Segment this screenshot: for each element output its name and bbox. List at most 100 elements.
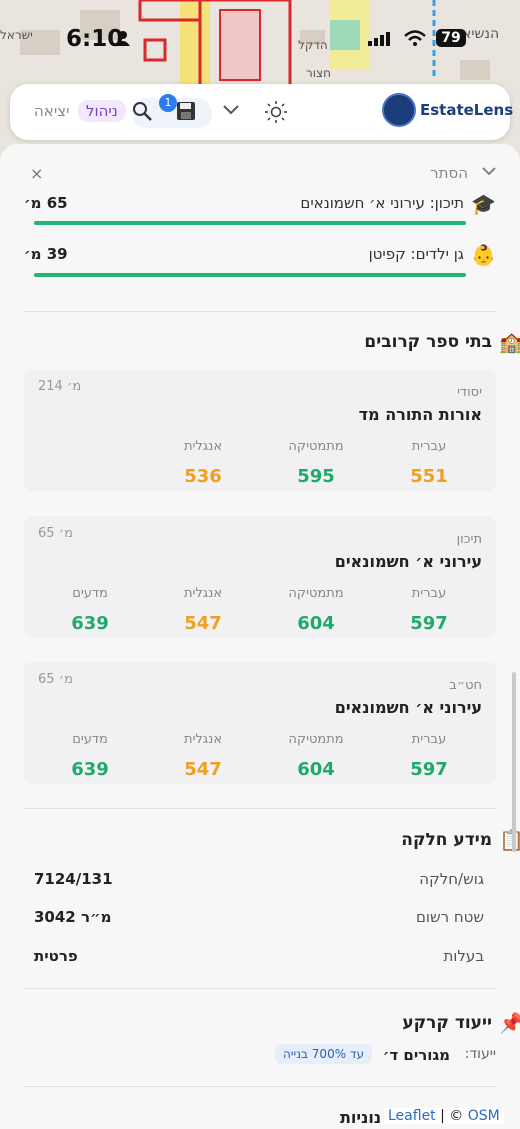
score-value: 604 <box>297 613 335 634</box>
logo-chart-icon <box>382 93 416 127</box>
parcel-label: גוש/חלקה <box>419 870 484 888</box>
section-title-schools: 🏫 בתי ספר קרובים <box>364 330 520 354</box>
zoning-label: ייעוד: <box>464 1046 496 1062</box>
divider <box>24 1086 496 1087</box>
status-bar: 6:10 79 <box>0 22 520 58</box>
wifi-icon <box>404 30 426 46</box>
distance-label: תיכון: עירוני א׳ חשמונאים <box>300 194 464 212</box>
search-icon[interactable] <box>132 101 152 121</box>
score-english: אנגלית 547 <box>158 732 248 780</box>
distance-bar <box>34 221 466 225</box>
zoning-row: ייעוד: מגורים ד׳ עד 700% בנייה <box>24 1044 496 1068</box>
score-subject: אנגלית <box>183 732 223 747</box>
school-card[interactable]: 65 מ׳ חט״ב עירוני א׳ חשמונאים עברית 597 מ… <box>24 662 496 784</box>
parcel-label: בעלות <box>443 947 484 965</box>
score-subject: מתמטיקה <box>288 439 344 454</box>
close-button[interactable]: × <box>30 164 43 183</box>
graduation-cap-icon: 🎓 <box>471 192 496 216</box>
parcel-label: שטח רשום <box>415 908 484 926</box>
score-value: 639 <box>71 613 109 634</box>
top-toolbar: EstateLens 1 ניהול יציאה <box>10 84 513 140</box>
score-value: 547 <box>184 613 222 634</box>
map-attribution: Leaflet | © OSM <box>384 1108 504 1124</box>
school-card[interactable]: 65 מ׳ תיכון עירוני א׳ חשמונאים עברית 597 … <box>24 516 496 638</box>
brand-logo[interactable]: EstateLens <box>382 93 513 127</box>
section-title-text: בתי ספר קרובים <box>364 332 492 352</box>
distance-value: 39 מ׳ <box>24 245 68 263</box>
details-sheet: × הסתר 🎓 תיכון: עירוני א׳ חשמונאים 65 מ׳… <box>0 144 520 1129</box>
exit-button[interactable]: יציאה <box>34 102 69 120</box>
sheet-header: × הסתר <box>0 164 520 184</box>
score-value: 597 <box>410 759 448 780</box>
score-subject: עברית <box>411 732 447 747</box>
baby-icon: 👶 <box>471 243 496 267</box>
score-subject: מתמטיקה <box>288 732 344 747</box>
section-title-zoning: 📌 ייעוד קרקע <box>402 1011 520 1035</box>
school-level: תיכון <box>456 532 482 547</box>
divider <box>24 808 496 809</box>
score-math: מתמטיקה 604 <box>271 732 361 780</box>
score-value: 639 <box>71 759 109 780</box>
attribution-separator: | © <box>435 1108 468 1124</box>
clipboard-icon: 📋 <box>499 828 520 852</box>
hide-button[interactable]: הסתר <box>430 164 468 182</box>
battery-indicator: 79 <box>436 29 466 47</box>
distance-label: גן ילדים: קפיטן <box>368 245 464 263</box>
zoning-badge: עד 700% בנייה <box>275 1044 372 1064</box>
score-value: 551 <box>410 466 448 487</box>
school-distance: 214 מ׳ <box>38 379 82 394</box>
distance-bar <box>34 273 466 277</box>
parcel-row: שטח רשום 3042 מ״ר <box>34 908 484 930</box>
score-value: 536 <box>184 466 222 487</box>
score-science: מדעים 639 <box>45 732 135 780</box>
sun-icon[interactable] <box>265 101 287 123</box>
school-name: אורות התורה מד <box>358 405 482 424</box>
clock: 6:10 <box>66 26 124 52</box>
brand-name: EstateLens <box>420 101 514 119</box>
score-science: מדעים 639 <box>45 586 135 634</box>
leaflet-link[interactable]: Leaflet <box>388 1108 436 1124</box>
parcel-row: בעלות פרטית <box>34 947 484 969</box>
score-math: מתמטיקה 595 <box>271 439 361 487</box>
section-title-text: מידע חלקה <box>401 830 492 850</box>
chevron-down-icon[interactable] <box>222 104 240 116</box>
zoning-value: מגורים ד׳ <box>382 1046 450 1064</box>
school-name: עירוני א׳ חשמונאים <box>334 552 482 571</box>
school-level: חט״ב <box>449 678 482 693</box>
pin-icon: 📌 <box>499 1011 520 1035</box>
person-icon <box>116 31 130 46</box>
scrollbar[interactable] <box>512 672 516 852</box>
save-icon[interactable] <box>176 101 196 121</box>
score-hebrew: עברית 597 <box>384 732 474 780</box>
section-title-partial: נוניות <box>340 1108 382 1127</box>
score-subject: מדעים <box>72 586 108 601</box>
manage-button[interactable]: ניהול <box>78 100 126 122</box>
score-hebrew: עברית 551 <box>384 439 474 487</box>
divider <box>24 311 496 312</box>
score-subject: עברית <box>411 439 447 454</box>
score-subject: מתמטיקה <box>288 586 344 601</box>
osm-link[interactable]: OSM <box>468 1108 500 1124</box>
score-value: 597 <box>410 613 448 634</box>
score-subject: מדעים <box>72 732 108 747</box>
score-subject: אנגלית <box>183 586 223 601</box>
school-card[interactable]: 214 מ׳ יסודי אורות התורה מד עברית 551 מתמ… <box>24 369 496 491</box>
distance-row-kindergarten: 👶 גן ילדים: קפיטן 39 מ׳ <box>24 243 498 267</box>
section-title-text: ייעוד קרקע <box>402 1013 492 1033</box>
score-value: 547 <box>184 759 222 780</box>
signal-icon <box>368 32 390 46</box>
chevron-down-icon[interactable] <box>482 167 496 177</box>
divider <box>24 988 496 989</box>
distance-row-highschool: 🎓 תיכון: עירוני א׳ חשמונאים 65 מ׳ <box>24 192 498 216</box>
distance-value: 65 מ׳ <box>24 194 68 212</box>
parcel-value: פרטית <box>34 947 78 965</box>
school-level: יסודי <box>457 385 482 400</box>
section-title-parcel: 📋 מידע חלקה <box>401 828 520 852</box>
score-english: אנגלית 536 <box>158 439 248 487</box>
parcel-row: גוש/חלקה 7124/131 <box>34 870 484 892</box>
parcel-value: 7124/131 <box>34 870 113 888</box>
school-name: עירוני א׳ חשמונאים <box>334 698 482 717</box>
parcel-value: 3042 מ״ר <box>34 908 112 926</box>
school-icon: 🏫 <box>499 330 520 354</box>
school-distance: 65 מ׳ <box>38 672 73 687</box>
